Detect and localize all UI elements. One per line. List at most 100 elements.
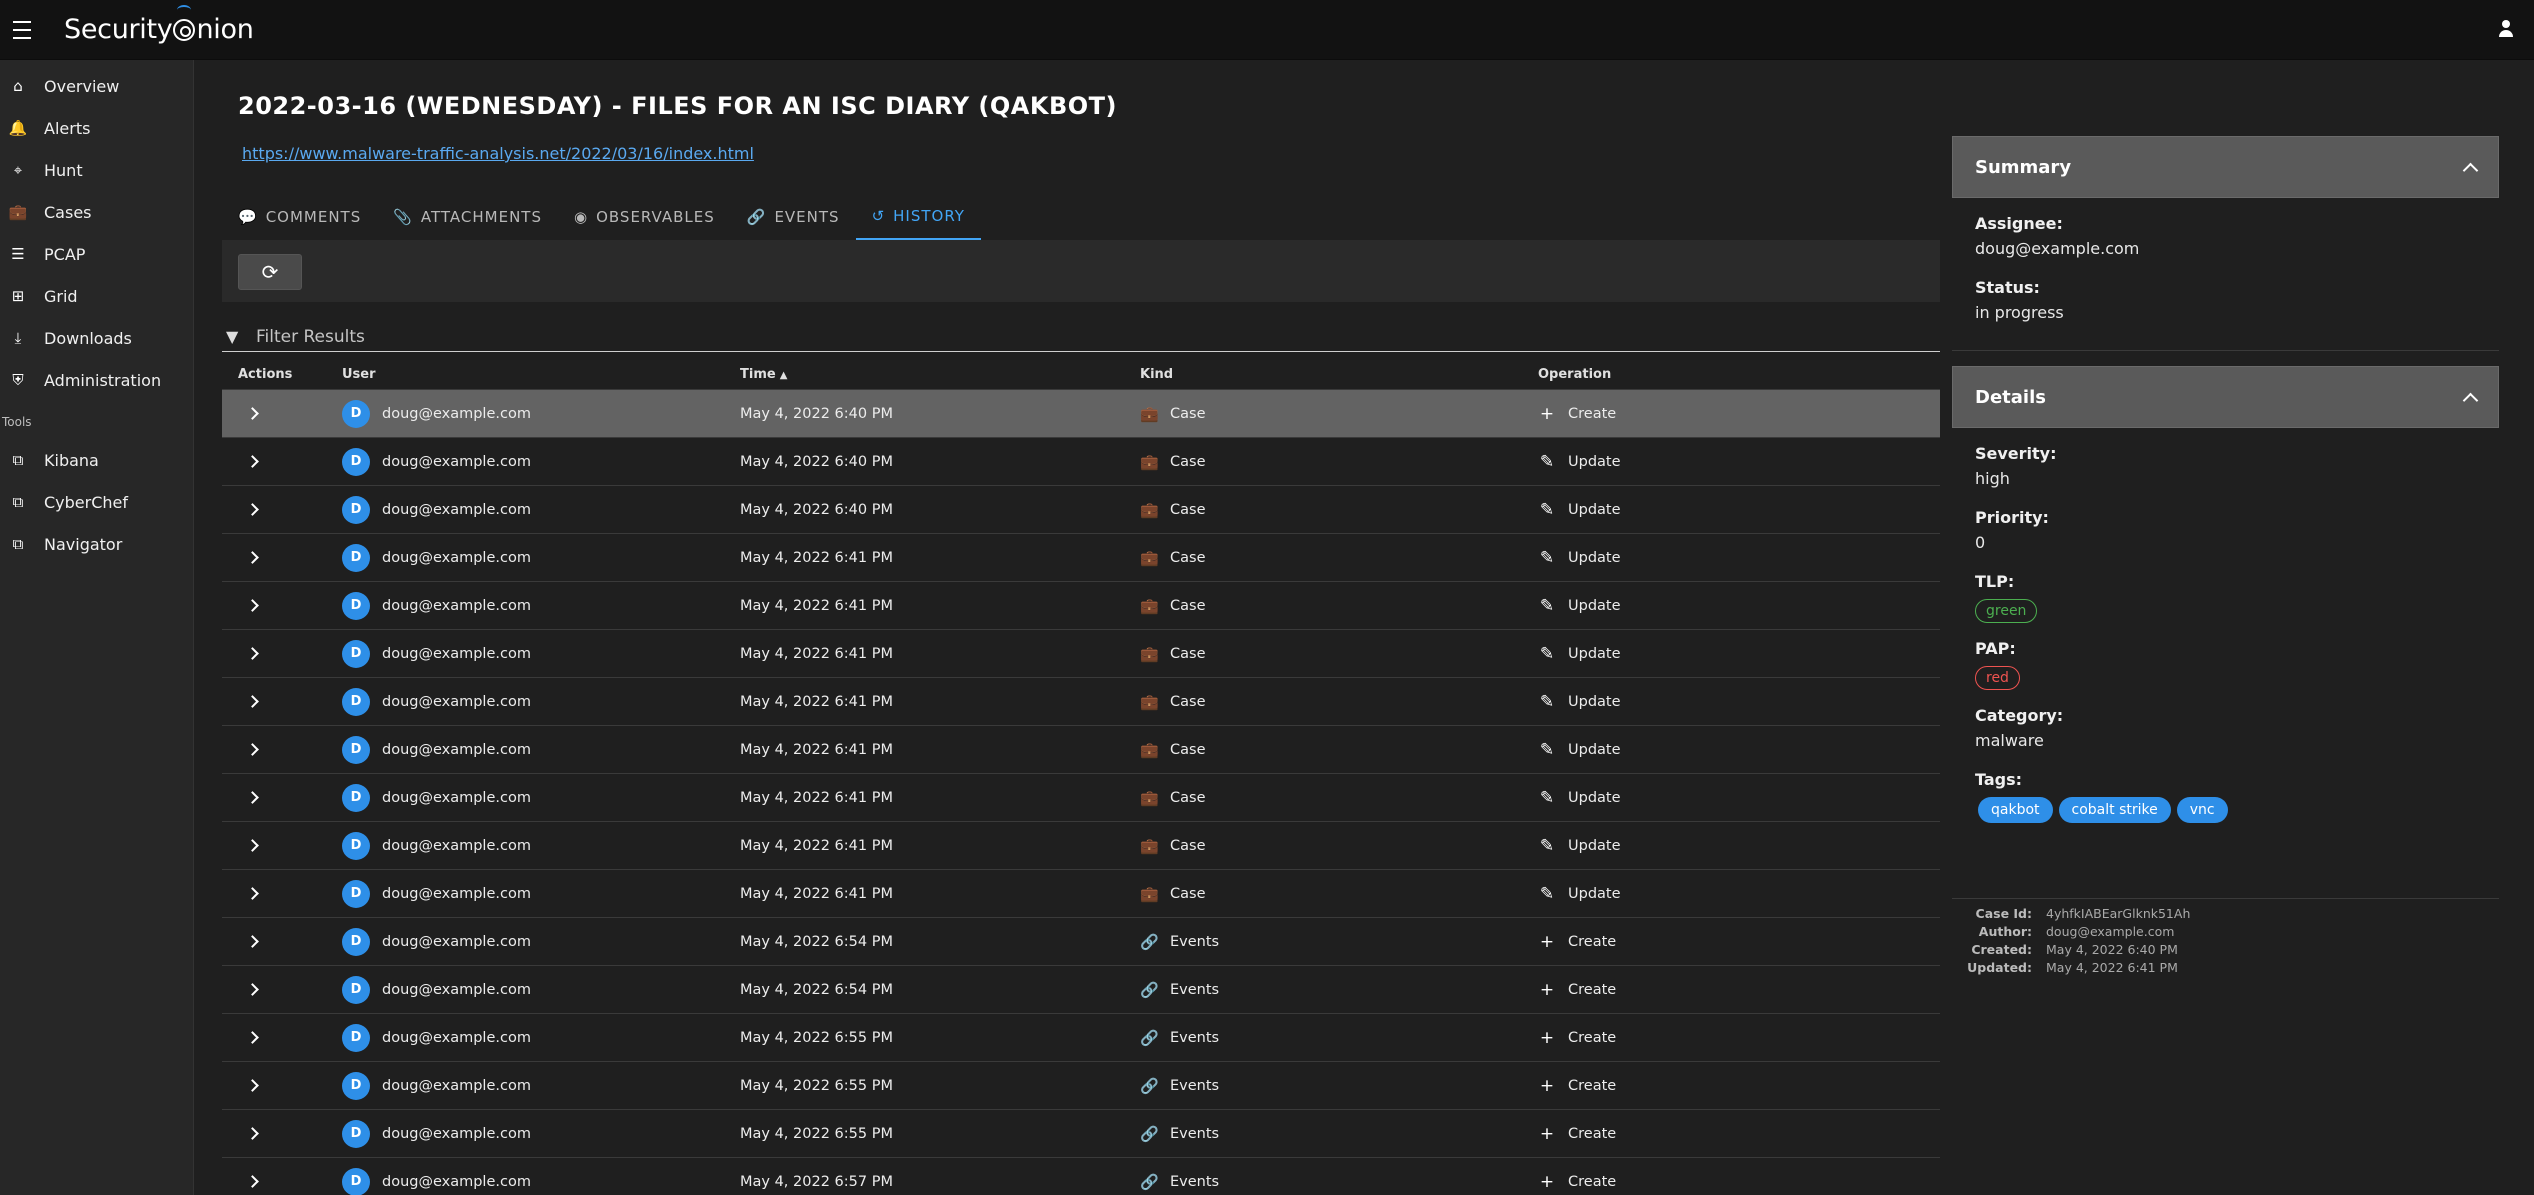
row-kind: Events (1170, 981, 1220, 998)
table-row[interactable]: Ddoug@example.com May 4, 2022 6:41 PM 💼 Cas… (222, 726, 1940, 774)
sidebar-item-label: PCAP (44, 244, 86, 264)
tag-chip[interactable]: vnc (2176, 797, 2228, 823)
tab-attachments[interactable]: 📎 ATTACHMENTS (377, 194, 558, 240)
table-row[interactable]: Ddoug@example.com May 4, 2022 6:54 PM 🔗 Eve… (222, 966, 1940, 1014)
table-row[interactable]: Ddoug@example.com May 4, 2022 6:41 PM 💼 Cas… (222, 822, 1940, 870)
sidebar-item-administration[interactable]: ⛨ Administration (0, 359, 193, 401)
severity-label: Severity: (1975, 444, 2057, 463)
sidebar-item-navigator[interactable]: ⧉ Navigator (0, 523, 193, 565)
header-operation[interactable]: Operation (1538, 367, 1940, 382)
summary-header[interactable]: Summary (1952, 136, 2499, 198)
row-kind: Case (1170, 789, 1206, 806)
row-time: May 4, 2022 6:41 PM (740, 597, 893, 614)
expand-row-icon[interactable] (246, 982, 259, 996)
tab-history[interactable]: ↺ HISTORY (855, 194, 981, 240)
table-row[interactable]: Ddoug@example.com May 4, 2022 6:41 PM 💼 Cas… (222, 870, 1940, 918)
pencil-icon: ✎ (1539, 835, 1555, 856)
status-field: Status: in progress (1952, 278, 2499, 322)
summary-panel: Summary Assignee: doug@example.com Statu… (1952, 136, 2499, 322)
avatar: D (342, 447, 370, 476)
table-row[interactable]: Ddoug@example.com May 4, 2022 6:41 PM 💼 Cas… (222, 678, 1940, 726)
sidebar-item-overview[interactable]: ⌂ Overview (0, 65, 193, 107)
table-row[interactable]: Ddoug@example.com May 4, 2022 6:40 PM 💼 Cas… (222, 438, 1940, 486)
expand-row-icon[interactable] (246, 694, 259, 708)
expand-row-icon[interactable] (246, 742, 259, 756)
list-icon: ☰ (11, 245, 25, 263)
tab-comments[interactable]: 💬 COMMENTS (222, 194, 377, 240)
menu-icon[interactable] (0, 18, 44, 42)
expand-row-icon[interactable] (246, 1174, 259, 1188)
table-row[interactable]: Ddoug@example.com May 4, 2022 6:41 PM 💼 Cas… (222, 774, 1940, 822)
sidebar-item-label: Alerts (44, 118, 91, 138)
expand-row-icon[interactable] (246, 646, 259, 660)
table-row[interactable]: Ddoug@example.com May 4, 2022 6:41 PM 💼 Cas… (222, 534, 1940, 582)
expand-row-icon[interactable] (246, 1078, 259, 1092)
expand-row-icon[interactable] (246, 502, 259, 516)
filter-icon: ▼ (226, 327, 239, 346)
table-row[interactable]: Ddoug@example.com May 4, 2022 6:57 PM 🔗 Eve… (222, 1158, 1940, 1195)
expand-row-icon[interactable] (246, 1030, 259, 1044)
tab-observables[interactable]: ◉ OBSERVABLES (558, 194, 731, 240)
row-kind: Events (1170, 1173, 1220, 1190)
details-header[interactable]: Details (1952, 366, 2499, 428)
sidebar-item-alerts[interactable]: 🔔 Alerts (0, 107, 193, 149)
expand-row-icon[interactable] (246, 550, 259, 564)
table-row[interactable]: Ddoug@example.com May 4, 2022 6:40 PM 💼 Cas… (222, 390, 1940, 438)
row-operation: Update (1568, 549, 1621, 566)
row-operation: Create (1568, 1077, 1617, 1094)
priority-label: Priority: (1975, 508, 2049, 527)
sidebar-item-cases[interactable]: 💼 Cases (0, 191, 193, 233)
plus-icon: + (1539, 403, 1555, 424)
header-time[interactable]: Time ▲ (740, 367, 1140, 382)
expand-row-icon[interactable] (246, 838, 259, 852)
sidebar-item-grid[interactable]: ⊞ Grid (0, 275, 193, 317)
expand-row-icon[interactable] (246, 454, 259, 468)
collapse-icon[interactable] (2462, 162, 2479, 178)
expand-row-icon[interactable] (246, 886, 259, 900)
row-user: doug@example.com (382, 1029, 531, 1046)
filter-input[interactable] (256, 326, 1856, 347)
created-value: May 4, 2022 6:40 PM (2046, 942, 2178, 957)
table-row[interactable]: Ddoug@example.com May 4, 2022 6:40 PM 💼 Cas… (222, 486, 1940, 534)
app-logo[interactable]: Security nion (64, 5, 254, 45)
row-time: May 4, 2022 6:41 PM (740, 549, 893, 566)
table-row[interactable]: Ddoug@example.com May 4, 2022 6:41 PM 💼 Cas… (222, 582, 1940, 630)
tab-events[interactable]: 🔗 EVENTS (731, 194, 856, 240)
case-id-value: 4yhfkIABEarGlknk51Ah (2046, 906, 2191, 921)
sidebar-item-pcap[interactable]: ☰ PCAP (0, 233, 193, 275)
sidebar-item-kibana[interactable]: ⧉ Kibana (0, 439, 193, 481)
row-operation: Update (1568, 741, 1621, 758)
table-row[interactable]: Ddoug@example.com May 4, 2022 6:54 PM 🔗 Eve… (222, 918, 1940, 966)
sidebar-item-hunt[interactable]: ⌖ Hunt (0, 149, 193, 191)
expand-row-icon[interactable] (246, 1126, 259, 1140)
case-description-link[interactable]: https://www.malware-traffic-analysis.net… (242, 144, 754, 163)
expand-row-icon[interactable] (246, 406, 259, 420)
row-time: May 4, 2022 6:41 PM (740, 741, 893, 758)
expand-row-icon[interactable] (246, 934, 259, 948)
tag-chip[interactable]: cobalt strike (2058, 797, 2171, 823)
table-row[interactable]: Ddoug@example.com May 4, 2022 6:41 PM 💼 Cas… (222, 630, 1940, 678)
expand-row-icon[interactable] (246, 790, 259, 804)
row-kind: Case (1170, 597, 1206, 614)
row-user: doug@example.com (382, 837, 531, 854)
tlp-chip: green (1975, 599, 2038, 623)
pencil-icon: ✎ (1539, 787, 1555, 808)
collapse-icon[interactable] (2462, 392, 2479, 408)
tag-chip[interactable]: qakbot (1978, 797, 2053, 823)
refresh-button[interactable]: ⟳ (238, 254, 302, 290)
sidebar-item-downloads[interactable]: ⤓ Downloads (0, 317, 193, 359)
table-row[interactable]: Ddoug@example.com May 4, 2022 6:55 PM 🔗 Eve… (222, 1110, 1940, 1158)
header-user[interactable]: User (342, 367, 740, 382)
table-row[interactable]: Ddoug@example.com May 4, 2022 6:55 PM 🔗 Eve… (222, 1062, 1940, 1110)
expand-row-icon[interactable] (246, 598, 259, 612)
table-row[interactable]: Ddoug@example.com May 4, 2022 6:55 PM 🔗 Eve… (222, 1014, 1940, 1062)
user-account-icon[interactable] (2498, 20, 2514, 38)
link-icon: 🔗 (1140, 1124, 1159, 1143)
link-icon: 🔗 (1140, 980, 1159, 999)
external-link-icon: ⧉ (12, 535, 24, 553)
row-time: May 4, 2022 6:41 PM (740, 885, 893, 902)
priority-field: Priority: 0 (1952, 508, 2499, 552)
header-kind[interactable]: Kind (1140, 367, 1538, 382)
details-panel: Details Severity: high Priority: 0 TLP: … (1952, 366, 2499, 823)
sidebar-item-cyberchef[interactable]: ⧉ CyberChef (0, 481, 193, 523)
